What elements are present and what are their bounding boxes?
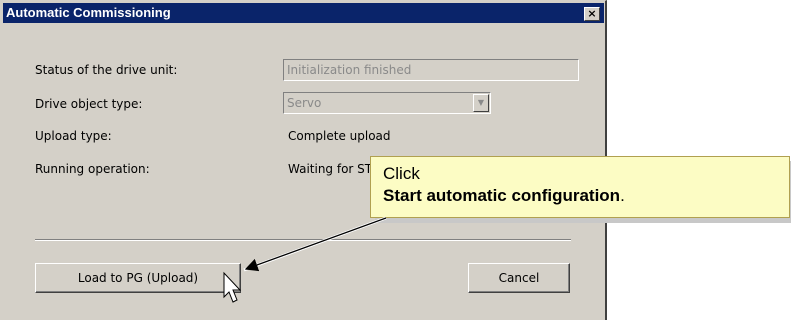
callout-pointer-overlay (223, 216, 387, 303)
mouse-pointer-icon (223, 271, 242, 303)
callout-arrow (244, 217, 387, 272)
